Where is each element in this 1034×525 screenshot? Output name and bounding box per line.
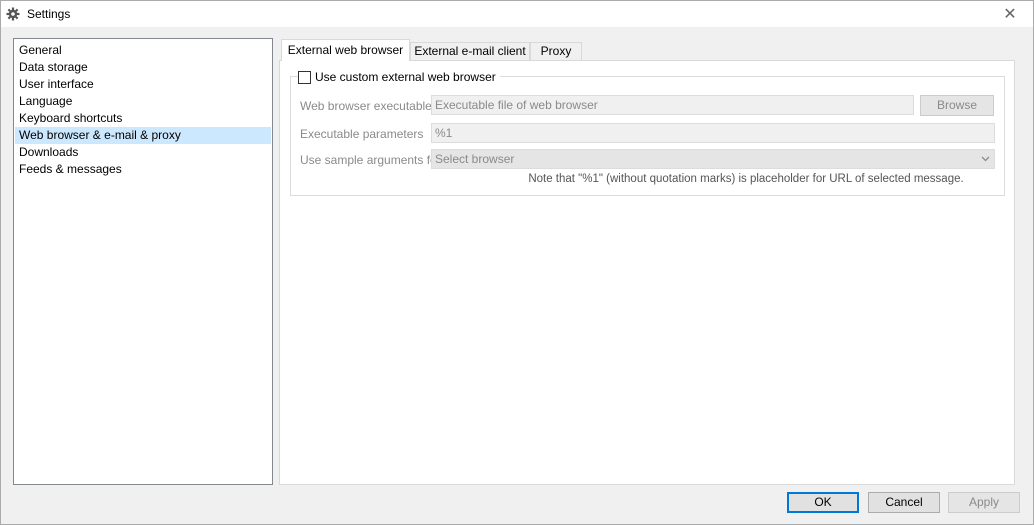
sample-args-value: Select browser	[435, 152, 515, 166]
sample-args-select[interactable]: Select browser	[431, 149, 995, 169]
sidebar-item-user-interface[interactable]: User interface	[15, 76, 271, 93]
tab-external-email-client[interactable]: External e-mail client	[410, 42, 530, 61]
sidebar-item-keyboard-shortcuts[interactable]: Keyboard shortcuts	[15, 110, 271, 127]
sidebar-item-feeds-messages[interactable]: Feeds & messages	[15, 161, 271, 178]
tab-panel-external-web-browser: Use custom external web browser Web brow…	[279, 60, 1015, 485]
use-custom-browser-label[interactable]: Use custom external web browser	[315, 70, 496, 84]
settings-category-list[interactable]: General Data storage User interface Lang…	[13, 38, 273, 485]
placeholder-note: Note that "%1" (without quotation marks)…	[528, 173, 964, 185]
browse-button[interactable]: Browse	[920, 95, 994, 116]
cancel-button[interactable]: Cancel	[868, 492, 940, 513]
gear-icon	[6, 7, 20, 21]
sidebar-item-general[interactable]: General	[15, 42, 271, 59]
custom-browser-header: Use custom external web browser	[298, 70, 500, 84]
sidebar-item-downloads[interactable]: Downloads	[15, 144, 271, 161]
window-title: Settings	[27, 7, 71, 21]
apply-button[interactable]: Apply	[948, 492, 1020, 513]
tab-proxy[interactable]: Proxy	[530, 42, 582, 61]
sidebar-item-language[interactable]: Language	[15, 93, 271, 110]
parameters-input[interactable]: %1	[431, 123, 995, 143]
sample-args-label: Use sample arguments for	[300, 153, 441, 167]
parameters-label: Executable parameters	[300, 127, 424, 141]
sidebar-item-data-storage[interactable]: Data storage	[15, 59, 271, 76]
tab-strip: External web browser External e-mail cli…	[279, 39, 1015, 61]
title-bar[interactable]: Settings ✕	[1, 1, 1033, 27]
settings-tabs: External web browser External e-mail cli…	[279, 39, 1015, 485]
executable-label: Web browser executable	[300, 99, 432, 113]
close-icon: ✕	[1003, 6, 1017, 23]
sidebar-item-web-browser-email-proxy[interactable]: Web browser & e-mail & proxy	[15, 127, 271, 144]
close-button[interactable]: ✕	[987, 1, 1033, 27]
use-custom-browser-checkbox[interactable]	[298, 70, 311, 84]
ok-button[interactable]: OK	[787, 492, 859, 513]
chevron-down-icon	[981, 156, 990, 162]
tab-external-web-browser[interactable]: External web browser	[281, 39, 410, 61]
settings-window: Settings ✕ General Data storage User int…	[0, 0, 1034, 525]
custom-browser-group: Use custom external web browser Web brow…	[290, 70, 1005, 196]
executable-input[interactable]: Executable file of web browser	[431, 95, 914, 115]
